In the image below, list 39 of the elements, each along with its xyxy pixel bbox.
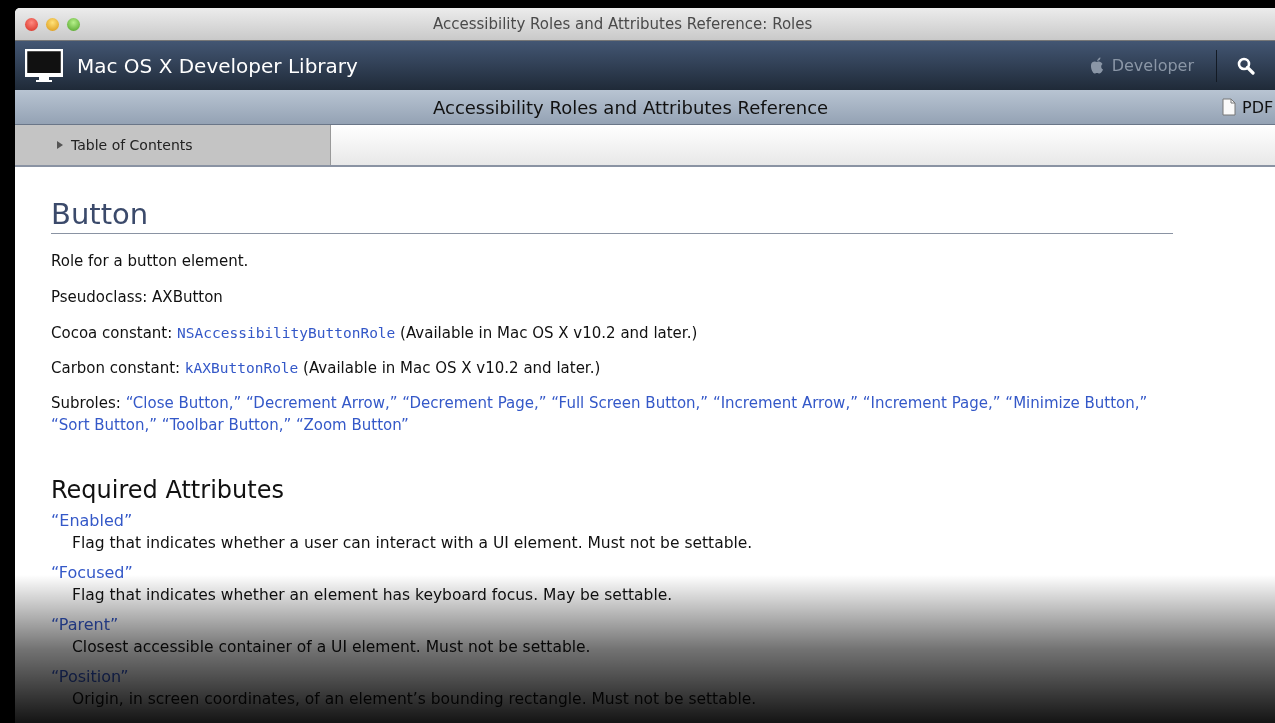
subrole-link[interactable]: “Full Screen Button,”: [551, 394, 709, 412]
paragraph: Pseudoclass: AXButton: [51, 287, 224, 308]
subrole-link[interactable]: “Decrement Page,”: [402, 394, 547, 412]
attribute-description: Flag that indicates whether a user can interact with a UI element. Must not be settable.: [72, 533, 754, 554]
subrole-link[interactable]: “Decrement Arrow,”: [246, 394, 398, 412]
constant-link[interactable]: NSAccessibilityButtonRole: [177, 325, 396, 341]
page-heading: Button: [51, 197, 1173, 234]
paragraph: Cocoa constant: NSAccessibilityButtonRole (Available in Mac OS X v10.2 and later.): [51, 323, 699, 344]
paragraph: Subroles: “Close Button,” “Decrement Arrow,” “Decrement Page,” “Full Screen Button,” “Increment Arrow,” “Increment Page,” “Minimize Button,” “Sort Button,” “Toolbar Button,” “Zoom Button”: [51, 393, 1149, 436]
apple-icon: [1089, 57, 1104, 74]
table-of-contents-toggle[interactable]: Table of Contents: [15, 125, 331, 165]
window-title: Accessibility Roles and Attributes Reference: Roles: [433, 15, 813, 33]
developer-link[interactable]: Developer: [1089, 56, 1194, 75]
subrole-link[interactable]: “Sort Button,”: [51, 416, 158, 434]
paragraph: Role for a button element.: [51, 251, 250, 272]
constant-link[interactable]: kAXButtonRole: [184, 360, 299, 376]
library-title: Mac OS X Developer Library: [77, 53, 358, 78]
minimize-button[interactable]: [46, 17, 59, 31]
disclosure-triangle-icon: [57, 141, 63, 149]
attribute-link[interactable]: “Focused”: [51, 563, 133, 582]
subrole-link[interactable]: “Zoom Button”: [296, 416, 409, 434]
document-icon: [1222, 98, 1236, 116]
zoom-button[interactable]: [67, 17, 80, 31]
section-heading: Required Attributes: [51, 476, 285, 504]
subrole-link[interactable]: “Increment Arrow,”: [712, 394, 858, 412]
paragraph: Carbon constant: kAXButtonRole (Available in Mac OS X v10.2 and later.): [51, 358, 602, 379]
subrole-link[interactable]: “Minimize Button,”: [1005, 394, 1148, 412]
attribute-link[interactable]: “Parent”: [51, 615, 119, 634]
attribute-link[interactable]: “Enabled”: [51, 511, 133, 530]
pdf-link[interactable]: PDF: [1222, 97, 1274, 117]
attribute-description: Flag that indicates whether an element has keyboard focus. May be settable.: [72, 585, 674, 606]
attribute-description: Closest accessible container of a UI element. Must not be settable.: [72, 637, 592, 658]
monitor-icon: [25, 48, 63, 83]
subrole-link[interactable]: “Close Button,”: [125, 394, 242, 412]
search-icon[interactable]: [1237, 56, 1255, 75]
close-button[interactable]: [25, 17, 38, 31]
book-title: Accessibility Roles and Attributes Reference: [433, 96, 829, 118]
subrole-link[interactable]: “Toolbar Button,”: [161, 416, 292, 434]
subrole-link[interactable]: “Increment Page,”: [862, 394, 1001, 412]
